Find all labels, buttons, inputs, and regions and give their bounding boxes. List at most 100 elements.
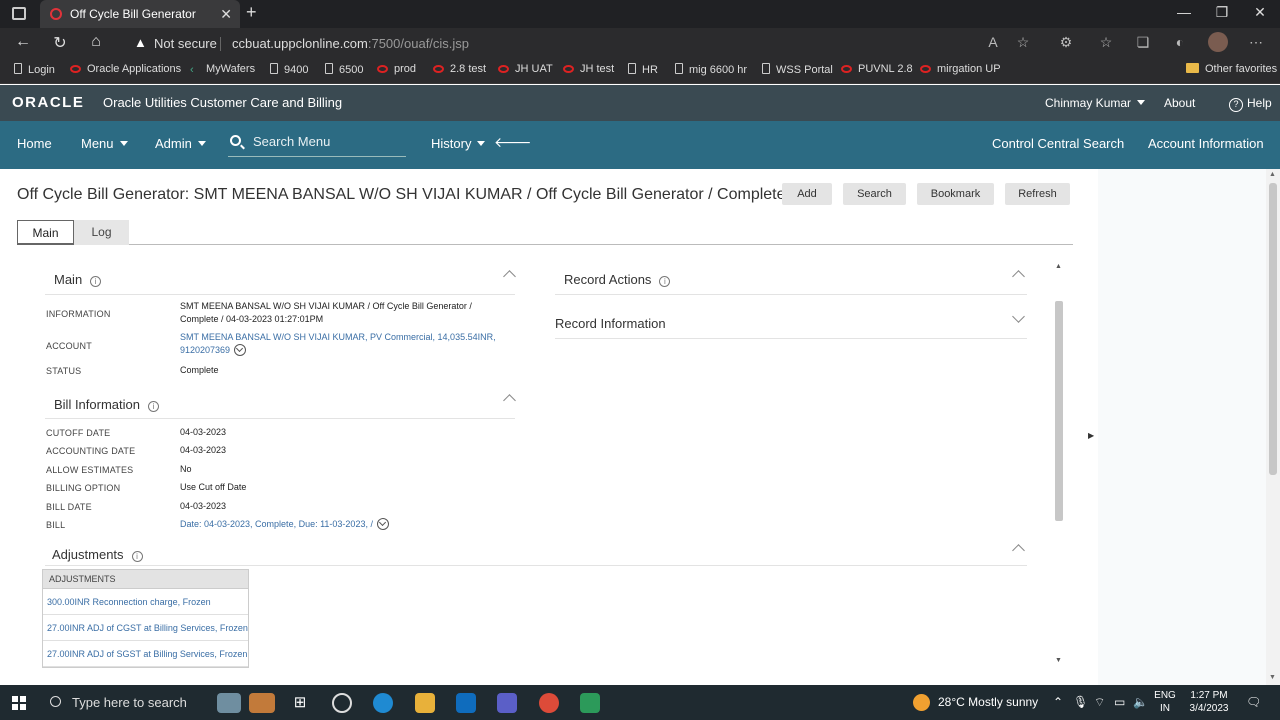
table-row[interactable]: 27.00INR ADJ of SGST at Billing Services… bbox=[43, 641, 248, 667]
teams-icon[interactable] bbox=[497, 693, 517, 713]
bookmark-item[interactable]: WSS Portal bbox=[762, 63, 833, 76]
search-button[interactable]: Search bbox=[843, 183, 906, 205]
windows-start-icon[interactable] bbox=[12, 696, 26, 710]
home-icon[interactable]: ⌂ bbox=[86, 33, 106, 51]
more-menu-icon[interactable]: ⋯ bbox=[1246, 34, 1266, 51]
nav-account-info[interactable]: Account Information bbox=[1148, 136, 1264, 151]
browser-tab[interactable]: Off Cycle Bill Generator ✕ bbox=[40, 0, 240, 28]
taskbar-search[interactable]: Type here to search bbox=[40, 685, 210, 720]
help-link[interactable]: ? Help bbox=[1229, 96, 1272, 112]
briefcase-icon[interactable] bbox=[249, 693, 275, 713]
panel-toggle-icon[interactable]: ▶ bbox=[1088, 431, 1094, 440]
scroll-up-icon[interactable]: ▲ bbox=[1269, 171, 1276, 178]
account-value[interactable]: SMT MEENA BANSAL W/O SH VIJAI KUMAR, PV … bbox=[180, 331, 496, 357]
context-menu-icon[interactable] bbox=[234, 344, 247, 356]
bookmark-button[interactable]: Bookmark bbox=[917, 183, 994, 205]
clock[interactable]: 1:27 PM 3/4/2023 bbox=[1185, 689, 1233, 715]
edge-bar-icon[interactable]: ◐ bbox=[1170, 34, 1190, 50]
tab-actions-icon[interactable] bbox=[12, 7, 26, 20]
bookmark-item[interactable]: 9400 bbox=[270, 63, 308, 76]
table-row[interactable]: 27.00INR ADJ of CGST at Billing Services… bbox=[43, 615, 248, 641]
scroll-down-icon[interactable]: ▼ bbox=[1055, 657, 1062, 664]
add-button[interactable]: Add bbox=[782, 183, 832, 205]
language-indicator[interactable]: ENG IN bbox=[1150, 689, 1180, 715]
bookmark-item[interactable]: JH test bbox=[563, 63, 614, 75]
new-tab-button[interactable]: + bbox=[246, 2, 257, 23]
page-scrollbar[interactable]: ▲ ▼ bbox=[1266, 169, 1280, 685]
info-icon[interactable]: i bbox=[131, 551, 143, 562]
bookmark-item[interactable]: 2.8 test bbox=[433, 63, 486, 75]
news-widget-icon[interactable] bbox=[217, 693, 241, 713]
collapse-icon[interactable] bbox=[1012, 270, 1025, 283]
collapse-icon[interactable] bbox=[1012, 544, 1025, 557]
about-link[interactable]: About bbox=[1164, 96, 1195, 110]
notification-icon[interactable]: 🗨 bbox=[1246, 695, 1261, 709]
outlook-icon[interactable] bbox=[456, 693, 476, 713]
maximize-icon[interactable]: ❐ bbox=[1212, 4, 1232, 21]
collapse-icon[interactable] bbox=[503, 270, 516, 283]
nav-control-central[interactable]: Control Central Search bbox=[992, 136, 1124, 151]
network-icon[interactable]: ⌔ bbox=[1094, 695, 1105, 710]
user-menu[interactable]: Chinmay Kumar bbox=[1045, 96, 1146, 110]
info-icon[interactable]: i bbox=[147, 401, 159, 412]
record-info-heading[interactable]: Record Information bbox=[555, 316, 666, 331]
tab-log[interactable]: Log bbox=[74, 220, 129, 245]
read-aloud-icon[interactable]: A bbox=[983, 34, 1003, 50]
profile-avatar[interactable] bbox=[1208, 32, 1228, 52]
task-view-icon[interactable]: ⊞ bbox=[290, 693, 310, 713]
file-explorer-icon[interactable] bbox=[415, 693, 435, 713]
table-row[interactable]: 300.00INR Reconnection charge, Frozen bbox=[43, 589, 248, 615]
nav-history[interactable]: History bbox=[431, 136, 486, 151]
app-icon[interactable] bbox=[332, 693, 352, 713]
add-favorite-icon[interactable]: ☆ bbox=[1013, 34, 1033, 51]
scroll-up-icon[interactable]: ▲ bbox=[1055, 263, 1062, 270]
search-menu-field[interactable] bbox=[228, 133, 406, 157]
tray-overflow-icon[interactable]: ⌃ bbox=[1053, 695, 1063, 709]
scrollbar-thumb[interactable] bbox=[1055, 301, 1063, 521]
volume-icon[interactable]: 🔈 bbox=[1133, 695, 1148, 709]
back-arrow-icon[interactable]: 🡐 bbox=[494, 134, 532, 151]
edge-icon[interactable] bbox=[373, 693, 393, 713]
panel-scrollbar[interactable]: ▲ ▼ bbox=[1054, 261, 1064, 669]
bookmark-item[interactable]: JH UAT bbox=[498, 63, 553, 75]
bookmark-item[interactable]: Login bbox=[14, 63, 55, 76]
url-field[interactable]: ▲ Not secure ccbuat.uppclonline.com:7500… bbox=[122, 31, 1042, 55]
remote-app-icon[interactable] bbox=[580, 693, 600, 713]
tab-main[interactable]: Main bbox=[17, 220, 74, 245]
bookmark-item[interactable]: mig 6600 hr bbox=[675, 63, 747, 76]
scroll-down-icon[interactable]: ▼ bbox=[1269, 674, 1276, 681]
search-menu-input[interactable] bbox=[253, 134, 403, 149]
context-menu-icon[interactable] bbox=[376, 518, 389, 530]
info-icon[interactable]: i bbox=[90, 276, 102, 287]
info-icon[interactable]: i bbox=[659, 276, 671, 287]
favorites-icon[interactable]: ☆ bbox=[1096, 34, 1116, 51]
tab-close-icon[interactable]: ✕ bbox=[220, 0, 232, 28]
weather-icon[interactable] bbox=[913, 694, 930, 711]
nav-menu[interactable]: Menu bbox=[81, 136, 128, 151]
expand-icon[interactable] bbox=[1012, 310, 1025, 323]
nav-home[interactable]: Home bbox=[17, 136, 52, 151]
bill-value[interactable]: Date: 04-03-2023, Complete, Due: 11-03-2… bbox=[180, 518, 389, 531]
refresh-button[interactable]: Refresh bbox=[1005, 183, 1070, 205]
bookmark-item[interactable]: 6500 bbox=[325, 63, 363, 76]
battery-icon[interactable]: ▭ bbox=[1114, 695, 1125, 709]
window-close-icon[interactable]: ✕ bbox=[1250, 4, 1270, 21]
extensions-icon[interactable]: ⚙ bbox=[1056, 34, 1076, 51]
bookmark-item[interactable]: prod bbox=[377, 63, 416, 75]
bookmark-item[interactable]: Oracle Applications bbox=[70, 63, 181, 75]
bookmark-item[interactable]: ‹ MyWafers bbox=[190, 63, 255, 76]
weather-text[interactable]: 28°C Mostly sunny bbox=[938, 695, 1038, 709]
bookmark-item[interactable]: mirgation UP bbox=[920, 63, 1001, 75]
back-icon[interactable]: ← bbox=[13, 33, 33, 51]
mic-icon[interactable]: 🎙 bbox=[1073, 695, 1088, 709]
collapse-icon[interactable] bbox=[503, 394, 516, 407]
minimize-icon[interactable]: — bbox=[1174, 4, 1194, 20]
scrollbar-thumb[interactable] bbox=[1269, 183, 1277, 475]
collections-icon[interactable]: ❏ bbox=[1133, 34, 1153, 51]
nav-admin[interactable]: Admin bbox=[155, 136, 206, 151]
reload-icon[interactable]: ↻ bbox=[50, 33, 70, 53]
chrome-icon[interactable] bbox=[539, 693, 559, 713]
bookmark-item[interactable]: HR bbox=[628, 63, 658, 76]
other-favorites[interactable]: Other favorites bbox=[1186, 63, 1277, 75]
bookmark-item[interactable]: PUVNL 2.8 bbox=[841, 63, 913, 75]
